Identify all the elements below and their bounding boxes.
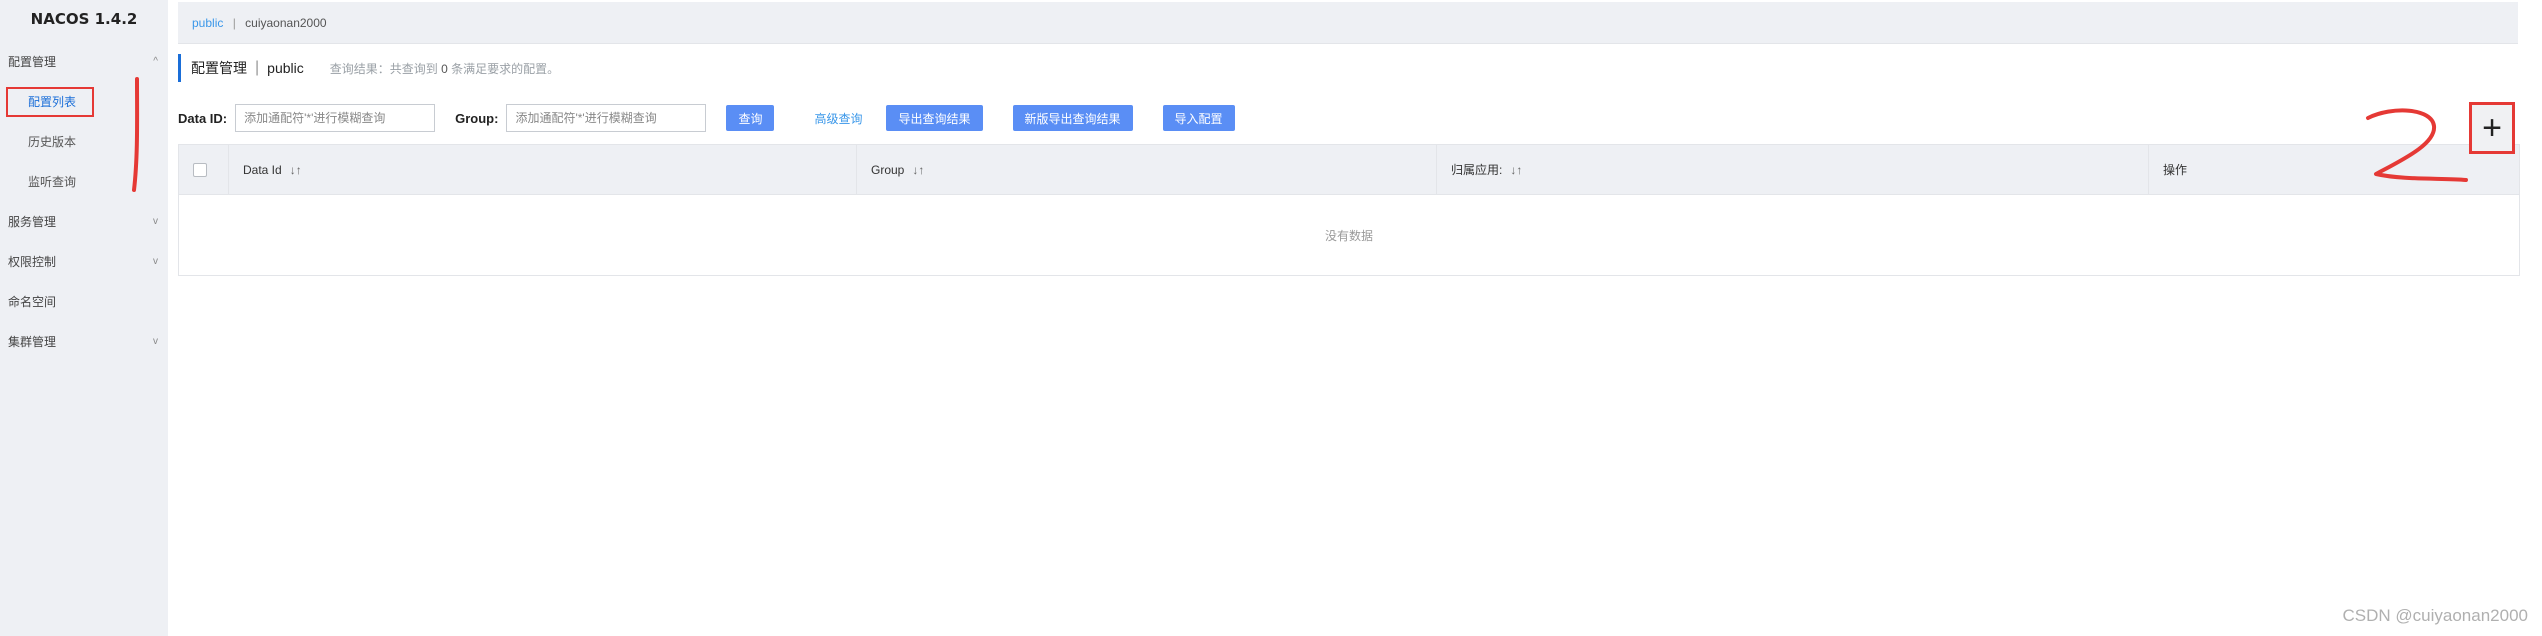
sidebar-group-namespace[interactable]: 命名空间 — [0, 282, 168, 322]
import-button[interactable]: 导入配置 — [1162, 105, 1235, 131]
query-button[interactable]: 查询 — [726, 105, 775, 131]
query-result-summary: 查询结果：共查询到 0 条满足要求的配置。 — [330, 60, 559, 77]
sidebar-item-label: 配置列表 — [6, 87, 95, 117]
sidebar-group-label: 集群管理 — [8, 335, 57, 349]
sort-icon[interactable]: ↓↑ — [912, 163, 924, 177]
result-count: 0 — [441, 61, 448, 76]
sidebar-group-cluster[interactable]: 集群管理 v — [0, 322, 168, 362]
column-group[interactable]: Group ↓↑ — [857, 145, 1437, 194]
sidebar-group-service[interactable]: 服务管理 v — [0, 202, 168, 242]
chevron-down-icon: v — [153, 216, 158, 227]
sidebar-group-label: 服务管理 — [8, 215, 57, 229]
group-input[interactable] — [506, 104, 707, 132]
sidebar-group-auth[interactable]: 权限控制 v — [0, 242, 168, 282]
result-prefix: 查询结果：共查询到 — [329, 61, 438, 76]
brand-logo: NACOS 1.4.2 — [30, 10, 138, 28]
export-new-button[interactable]: 新版导出查询结果 — [1012, 105, 1133, 131]
namespace-tab-public[interactable]: public — [192, 16, 223, 30]
chevron-down-icon: v — [153, 256, 158, 267]
table-header: Data Id ↓↑ Group ↓↑ 归属应用: ↓↑ 操作 — [179, 145, 2519, 195]
table-empty-state: 没有数据 — [1324, 228, 1373, 243]
sidebar-group-label: 权限控制 — [8, 255, 57, 269]
page-title-main: 配置管理 — [191, 60, 247, 76]
column-label: 操作 — [2163, 163, 2188, 177]
config-table: Data Id ↓↑ Group ↓↑ 归属应用: ↓↑ 操作 没有数据 — [178, 144, 2520, 276]
add-config-button[interactable]: + — [2469, 102, 2515, 154]
group-label: Group: — [455, 110, 499, 126]
column-data-id[interactable]: Data Id ↓↑ — [229, 145, 857, 194]
page-title: 配置管理 | public 查询结果：共查询到 0 条满足要求的配置。 — [178, 54, 559, 82]
column-label: 归属应用: — [1451, 163, 1503, 177]
chevron-up-icon: ^ — [153, 56, 158, 67]
column-label: Group — [871, 162, 905, 177]
sidebar-group-label: 命名空间 — [8, 295, 57, 309]
page-title-separator: | — [255, 59, 260, 76]
annotation-mark-1 — [132, 77, 140, 192]
select-all-checkbox[interactable] — [193, 162, 207, 177]
column-label: Data Id — [243, 162, 282, 177]
sidebar-item-label: 监听查询 — [28, 175, 77, 189]
filter-bar: Data ID: Group: 查询 高级查询 导出查询结果 新版导出查询结果 … — [178, 104, 1235, 132]
data-id-label: Data ID: — [178, 110, 228, 126]
page-title-namespace: public — [267, 60, 304, 76]
plus-icon: + — [2482, 109, 2502, 147]
watermark: CSDN @cuiyaonan2000 — [2342, 606, 2528, 625]
sort-icon[interactable]: ↓↑ — [1510, 163, 1522, 177]
data-id-input[interactable] — [235, 104, 436, 132]
column-app[interactable]: 归属应用: ↓↑ — [1437, 145, 2149, 194]
sort-icon[interactable]: ↓↑ — [290, 163, 302, 177]
sidebar-item-label: 历史版本 — [28, 135, 77, 149]
select-all-cell — [179, 145, 229, 194]
namespace-tab-user[interactable]: cuiyaonan2000 — [245, 16, 326, 30]
namespace-bar: public | cuiyaonan2000 — [178, 2, 2518, 44]
sidebar-group-label: 配置管理 — [8, 55, 57, 69]
annotation-mark-2 — [2366, 108, 2468, 182]
export-button[interactable]: 导出查询结果 — [886, 105, 983, 131]
namespace-separator: | — [232, 16, 236, 30]
advanced-query-link[interactable]: 高级查询 — [814, 110, 862, 127]
result-suffix: 条满足要求的配置。 — [451, 61, 560, 76]
chevron-down-icon: v — [153, 336, 158, 347]
